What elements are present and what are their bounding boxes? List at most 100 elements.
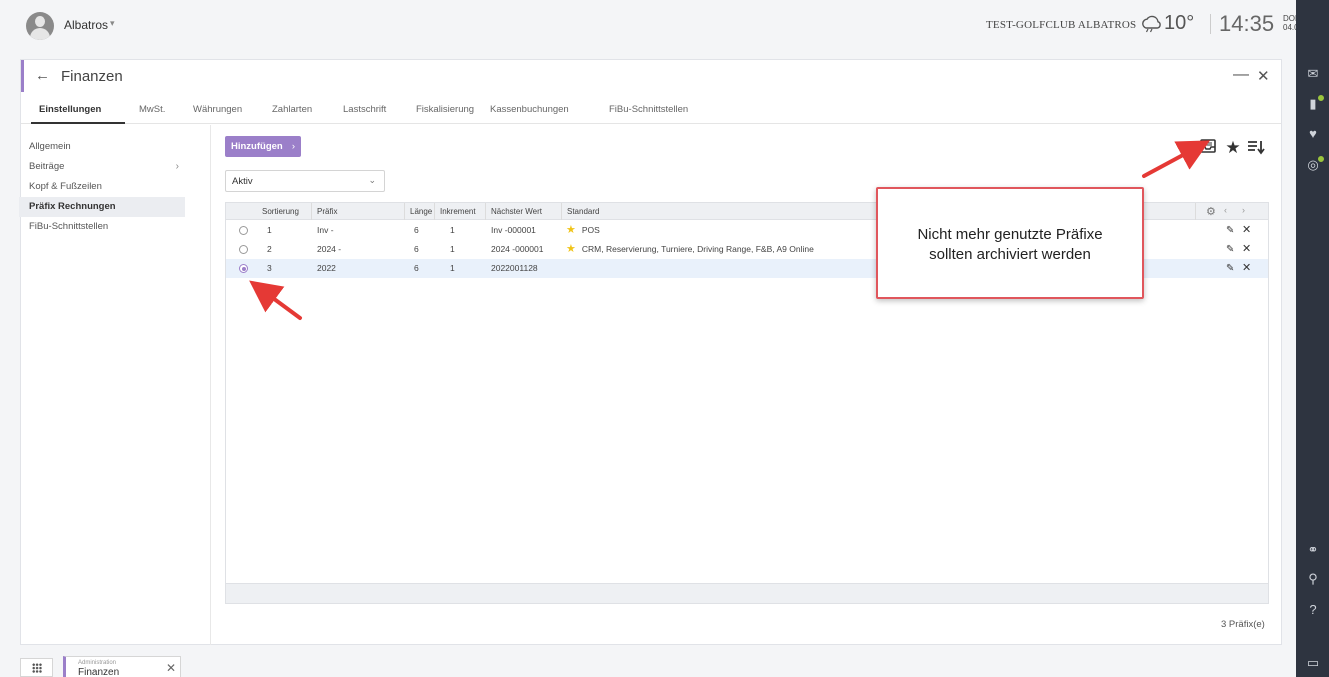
delete-icon[interactable]: ✕ [1242,240,1251,259]
user-menu-caret-icon[interactable]: ▾ [110,18,115,29]
tab-einstellungen[interactable]: Einstellungen [39,104,101,115]
back-arrow-icon[interactable]: ← [35,67,50,84]
cell-increment: 1 [450,225,455,235]
row-radio[interactable] [239,245,248,254]
cell-length: 6 [414,263,419,273]
nav-item-allgemein[interactable]: Allgemein [19,137,185,157]
user-name[interactable]: Albatros [64,18,108,32]
monitor-icon[interactable]: ▭ [1305,655,1321,671]
column-header[interactable]: Präfix [312,203,405,220]
nav-item-label: Beiträge [29,161,65,172]
tab-lastschrift[interactable]: Lastschrift [343,104,386,115]
column-header[interactable]: Nächster Wert [486,203,562,220]
chevron-down-icon: ⌄ [368,175,376,185]
cell-increment: 1 [450,244,455,254]
nav-item-label: FiBu-Schnittstellen [29,221,109,232]
task-tab-finanzen[interactable]: Administration Finanzen ✕ [63,656,181,677]
nav-item-beitraege[interactable]: Beiträge › [19,157,185,177]
grid-icon [32,663,42,673]
divider [1210,14,1211,34]
status-filter-select[interactable]: Aktiv ⌄ [225,170,385,192]
standard-label: CRM, Reservierung, Turniere, Driving Ran… [581,244,814,254]
heart-pulse-icon[interactable]: ♥ [1305,126,1321,142]
task-bar: Administration Finanzen ✕ [0,652,1296,677]
tab-kassenbuchungen[interactable]: Kassenbuchungen [490,104,569,115]
task-tab-label: Finanzen [78,667,120,677]
delete-icon[interactable]: ✕ [1242,221,1251,240]
tab-mwst[interactable]: MwSt. [139,104,165,115]
column-header[interactable]: Inkrement [435,203,486,220]
cell-increment: 1 [450,263,455,273]
weather-icon [1142,15,1161,33]
star-icon: ★ [566,224,576,236]
temperature: 10° [1164,12,1195,34]
cell-length: 6 [414,225,419,235]
sort-icon[interactable] [1247,139,1265,157]
cell-prefix: Inv - [317,225,334,235]
task-tab-sublabel: Administration [78,660,117,666]
callout-line: sollten archiviert werden [929,246,1091,263]
chevron-right-icon: › [291,141,295,152]
nav-item-praefix-rechnungen[interactable]: Präfix Rechnungen [19,197,185,217]
cell-prefix: 2024 - [317,244,342,254]
archive-icon[interactable] [1199,139,1217,157]
add-button[interactable]: Hinzufügen › [225,136,301,157]
apps-grid-button[interactable] [20,658,53,677]
search-icon[interactable]: ⚲ [1305,571,1321,587]
add-button-label: Hinzufügen [231,141,283,152]
callout-text: Nicht mehr genutzte Präfixe sollten arch… [878,225,1142,265]
row-radio[interactable] [239,226,248,235]
close-icon[interactable]: ✕ [166,661,176,675]
cell-standard: ★ CRM, Reservierung, Turniere, Driving Ra… [566,240,814,259]
tab-fiskalisierung[interactable]: Fiskalisierung [416,104,474,115]
edit-icon[interactable]: ✎ [1226,259,1234,278]
callout-line: Nicht mehr genutzte Präfixe [917,226,1103,243]
star-icon[interactable]: ★ [1224,139,1242,157]
row-radio-selected[interactable] [239,264,248,273]
standard-label: POS [581,225,600,235]
cell-next-value: 2022001128 [491,263,538,273]
delete-icon[interactable]: ✕ [1242,259,1251,278]
edit-icon[interactable]: ✎ [1226,240,1234,259]
notification-badge [1317,94,1325,102]
cell-length: 6 [414,244,419,254]
cell-next-value: Inv -000001 [491,225,536,235]
gear-icon[interactable]: ⚙ [1206,205,1216,218]
nav-item-label: Präfix Rechnungen [29,201,116,212]
tab-fibu-schnittstellen[interactable]: FiBu-Schnittstellen [609,104,688,115]
window-accent [21,60,24,92]
cell-standard: ★ POS [566,221,600,240]
column-header[interactable]: Länge [405,203,435,220]
tab-bar: Einstellungen MwSt. Währungen Zahlarten … [21,92,1281,124]
window-title: Finanzen [61,68,123,85]
nav-item-label: Kopf & Fußzeilen [29,181,102,192]
finance-window: ← Finanzen — ✕ Einstellungen MwSt. Währu… [19,59,1282,645]
nav-item-kopf-fusszeilen[interactable]: Kopf & Fußzeilen [19,177,185,197]
minimize-button[interactable]: — [1233,66,1249,84]
edit-icon[interactable]: ✎ [1226,221,1234,240]
chevron-right-icon[interactable]: › [1242,205,1245,215]
close-button[interactable]: ✕ [1257,67,1270,85]
record-count: 3 Präfix(e) [1221,619,1265,630]
status-filter-value: Aktiv [232,176,253,187]
chevron-right-icon: › [175,161,179,172]
tab-waehrungen[interactable]: Währungen [193,104,242,115]
cell-next-value: 2024 -000001 [491,244,544,254]
chevron-left-icon[interactable]: ‹ [1224,205,1227,215]
nav-item-fibu-schnittstellen[interactable]: FiBu-Schnittstellen [19,217,185,237]
table-footer [226,583,1268,603]
mail-icon[interactable]: ✉ [1305,66,1321,82]
handshake-icon[interactable]: ⚭ [1305,542,1321,558]
avatar[interactable] [26,12,54,40]
cell-sort: 2 [267,244,272,254]
tab-zahlarten[interactable]: Zahlarten [272,104,312,115]
column-header[interactable]: Sortierung [256,203,312,220]
active-tab-indicator [31,122,125,124]
nav-item-label: Allgemein [29,141,71,152]
club-name: TEST-GOLFCLUB ALBATROS [986,19,1137,31]
cell-sort: 1 [267,225,272,235]
help-icon[interactable]: ? [1305,602,1321,618]
clock: 14:35 [1219,11,1275,36]
top-bar: Albatros ▾ TEST-GOLFCLUB ALBATROS 10° 14… [0,0,1329,50]
settings-nav: Allgemein Beiträge › Kopf & Fußzeilen Prä… [19,125,211,645]
